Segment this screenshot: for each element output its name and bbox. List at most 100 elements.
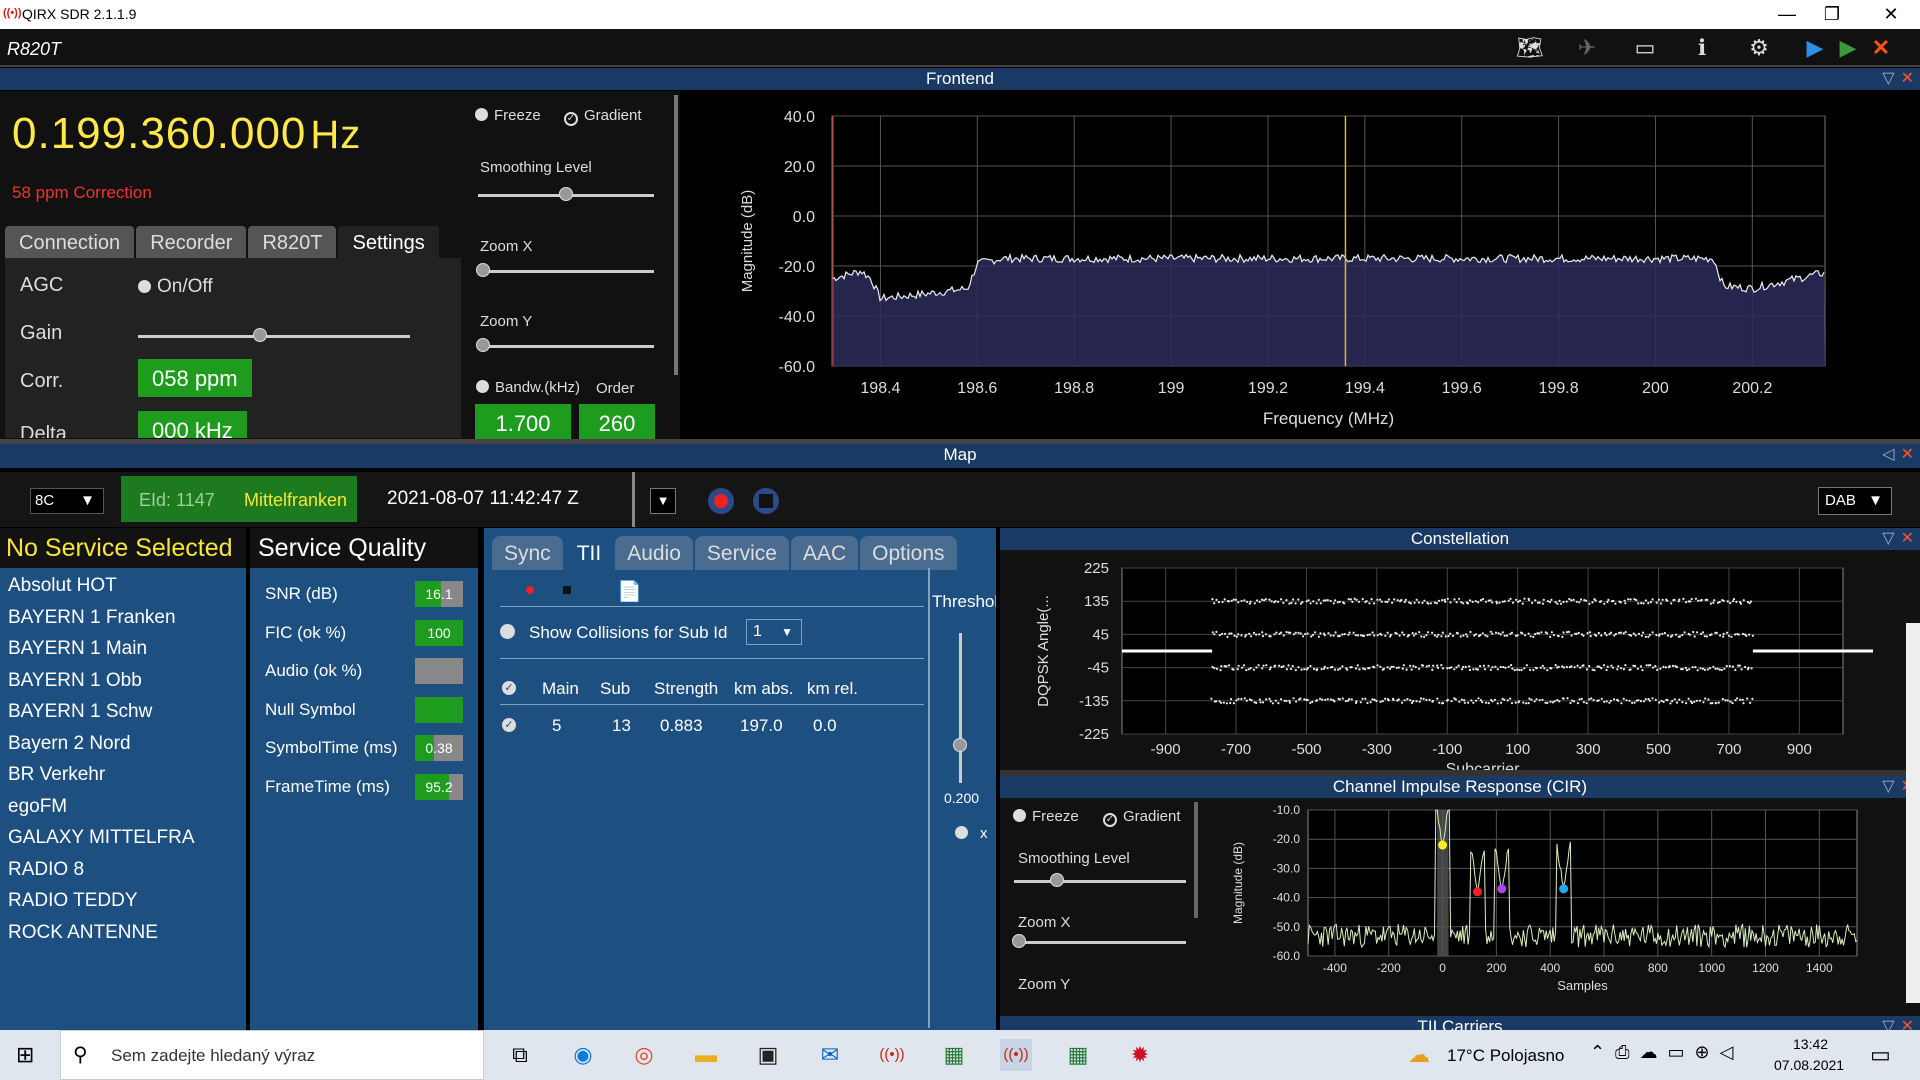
bug-app-icon[interactable]: ✹ — [1124, 1039, 1156, 1071]
cir-gradient-check-icon[interactable]: ✓ — [1103, 813, 1117, 827]
service-item[interactable]: BAYERN 1 Obb — [8, 670, 142, 692]
cir-smoothing-knob[interactable] — [1050, 873, 1064, 887]
cir-scrollbar[interactable] — [1194, 802, 1198, 918]
play-blue-icon[interactable]: ▶ — [1800, 33, 1830, 63]
close-window-button[interactable]: ✕ — [1862, 0, 1920, 29]
dropdown-icon[interactable]: ▼ — [650, 488, 676, 514]
bandw-value[interactable]: 1.700 — [475, 404, 571, 439]
info-icon[interactable]: ℹ — [1687, 33, 1717, 63]
qirx-active-icon[interactable]: ((•)) — [1000, 1039, 1032, 1071]
service-item[interactable]: ROCK ANTENNE — [8, 922, 158, 944]
cir-gradient-option[interactable]: ✓ Gradient — [1103, 808, 1181, 827]
cir-zoom-x-slider[interactable] — [1014, 941, 1186, 944]
expand-icon[interactable]: ◁ — [1882, 446, 1894, 463]
mail-icon[interactable]: ✉ — [814, 1039, 846, 1071]
windows-start-icon[interactable]: ⊞ — [16, 1042, 34, 1068]
bandw-radio-icon[interactable] — [476, 380, 489, 393]
folder-icon[interactable]: ▬ — [690, 1039, 722, 1071]
gradient-check-icon[interactable]: ✓ — [564, 112, 578, 126]
gain-slider-knob[interactable] — [253, 328, 268, 342]
x-radio-icon[interactable] — [955, 826, 968, 839]
show-collisions-option[interactable]: Show Collisions for Sub Id — [500, 623, 727, 643]
tii-record-icon[interactable] — [526, 586, 534, 594]
cir-collapse-icon[interactable]: ▽ — [1882, 778, 1894, 795]
store-icon[interactable]: ▣ — [752, 1039, 784, 1071]
cir-freeze-option[interactable]: Freeze — [1013, 808, 1079, 825]
collapse-icon[interactable]: ▽ — [1882, 70, 1894, 87]
cir-zoom-x-knob[interactable] — [1012, 934, 1026, 948]
tii-carriers-close-icon[interactable]: ✕ — [1901, 1018, 1914, 1030]
notifications-icon[interactable]: ▭ — [1870, 1042, 1891, 1068]
record-button[interactable] — [708, 488, 734, 514]
app-window-2-icon[interactable]: ▦ — [1062, 1039, 1094, 1071]
cir-freeze-radio-icon[interactable] — [1013, 809, 1026, 822]
close-icon[interactable]: ✕ — [1901, 70, 1914, 87]
gear-icon[interactable]: ⚙ — [1744, 33, 1774, 63]
zoom-y-slider[interactable] — [478, 345, 654, 348]
threshold-knob[interactable] — [953, 738, 967, 752]
app-window-icon[interactable]: ▦ — [938, 1039, 970, 1071]
tray-icons[interactable]: ⌃⎙☁▭⊕◁ — [1590, 1042, 1743, 1063]
constellation-close-icon[interactable]: ✕ — [1901, 530, 1914, 547]
service-item[interactable]: GALAXY MITTELFRA — [8, 827, 195, 849]
cir-smoothing-slider[interactable] — [1014, 880, 1186, 883]
threshold-slider[interactable] — [959, 633, 962, 783]
tab-sync[interactable]: Sync — [492, 536, 563, 570]
tab-audio[interactable]: Audio — [615, 536, 693, 570]
tii-carriers-collapse-icon[interactable]: ▽ — [1882, 1018, 1894, 1030]
gradient-option[interactable]: ✓ Gradient — [564, 107, 642, 126]
right-scrollbar[interactable] — [1906, 623, 1920, 1003]
satellite-icon[interactable]: ✈ — [1572, 33, 1602, 63]
service-item[interactable]: Absolut HOT — [8, 575, 117, 597]
channel-select[interactable]: 8C ▼ — [30, 488, 104, 514]
agc-toggle[interactable]: On/Off — [138, 276, 213, 298]
clock-date[interactable]: 07.08.2021 — [1774, 1057, 1844, 1073]
settings-scrollbar[interactable] — [674, 95, 678, 375]
weather-text[interactable]: 17°C Polojasno — [1447, 1046, 1564, 1066]
select-all-check-icon[interactable]: ✓ — [502, 681, 516, 695]
zoom-x-knob[interactable] — [476, 263, 490, 277]
stop-icon[interactable]: ✕ — [1866, 33, 1896, 63]
edge-icon[interactable]: ◉ — [567, 1039, 599, 1071]
search-box[interactable]: ⚲ Sem zadejte hledaný výraz — [60, 1030, 484, 1080]
tab-connection[interactable]: Connection — [5, 226, 135, 258]
service-item[interactable]: BAYERN 1 Franken — [8, 607, 176, 629]
bandw-option[interactable]: Bandw.(kHz) — [476, 379, 580, 396]
tab-recorder[interactable]: Recorder — [136, 226, 247, 258]
tab-aac[interactable]: AAC — [790, 536, 859, 570]
service-item[interactable]: egoFM — [8, 796, 67, 818]
tab-tii[interactable]: TII — [564, 536, 614, 570]
task-view-icon[interactable]: ⧉ — [504, 1039, 536, 1071]
order-value[interactable]: 260 — [579, 404, 655, 439]
agc-radio-icon[interactable] — [138, 280, 151, 293]
delta-value[interactable]: 000 kHz — [138, 411, 247, 438]
freeze-radio-icon[interactable] — [475, 108, 488, 121]
service-item[interactable]: BR Verkehr — [8, 764, 105, 786]
service-item[interactable]: BAYERN 1 Main — [8, 638, 147, 660]
service-item[interactable]: RADIO 8 — [8, 859, 84, 881]
restore-button[interactable]: ❐ — [1803, 0, 1861, 29]
collisions-radio-icon[interactable] — [500, 624, 515, 639]
chrome-icon[interactable]: ◎ — [628, 1039, 660, 1071]
service-item[interactable]: BAYERN 1 Schw — [8, 701, 152, 723]
tab-service[interactable]: Service — [694, 536, 789, 570]
document-icon[interactable]: 📄 — [617, 579, 642, 604]
corr-value[interactable]: 058 ppm — [138, 359, 252, 397]
tab-r820t[interactable]: R820T — [248, 226, 337, 258]
map-icon[interactable]: 🗺 — [1515, 33, 1545, 63]
play-green-icon[interactable]: ▶ — [1833, 33, 1863, 63]
service-item[interactable]: Bayern 2 Nord — [8, 733, 131, 755]
tii-stop-icon[interactable] — [563, 586, 571, 594]
constellation-collapse-icon[interactable]: ▽ — [1882, 530, 1894, 547]
zoom-x-slider[interactable] — [478, 270, 654, 273]
mode-select[interactable]: DAB ▼ — [1818, 487, 1892, 515]
qirx-app-icon[interactable]: ((•)) — [876, 1039, 908, 1071]
tab-settings[interactable]: Settings — [338, 226, 439, 258]
sub-id-select[interactable]: 1 ▼ — [746, 619, 802, 645]
clock-time[interactable]: 13:42 — [1793, 1036, 1828, 1052]
stop-button[interactable] — [753, 488, 779, 514]
map-close-icon[interactable]: ✕ — [1901, 446, 1914, 463]
x-option[interactable]: x — [955, 825, 988, 843]
window-icon[interactable]: ▭ — [1630, 33, 1660, 63]
service-item[interactable]: RADIO TEDDY — [8, 890, 138, 912]
